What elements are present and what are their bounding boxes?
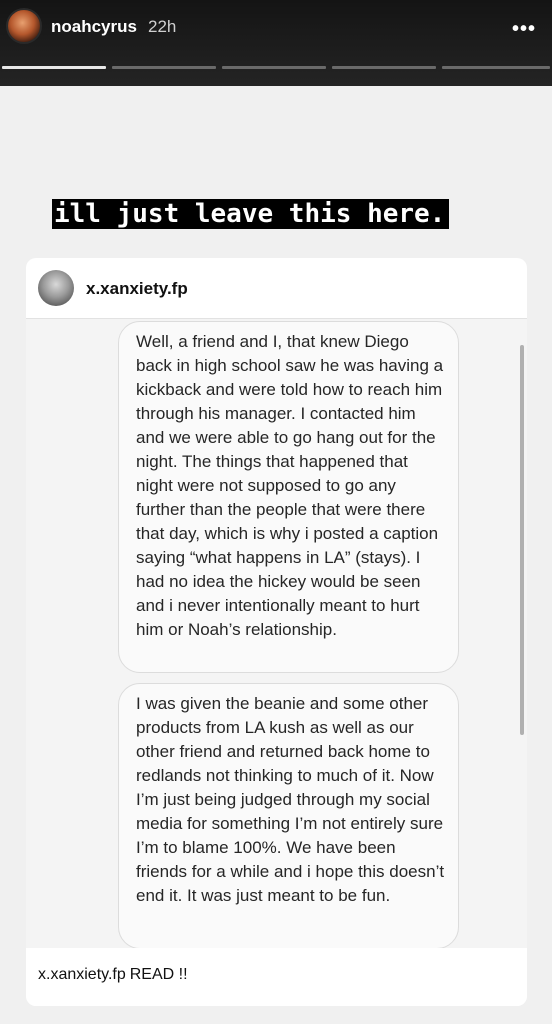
story-progress-segment — [222, 66, 326, 69]
screenshot-image: E Well, a friend and I, that knew Diego … — [26, 319, 527, 1006]
story-progress-segment — [332, 66, 436, 69]
story-username[interactable]: noahcyrus — [51, 17, 137, 37]
message-bubble: I was given the beanie and some other pr… — [118, 683, 459, 949]
story-progress-segment — [442, 66, 550, 69]
message-bubble: Well, a friend and I, that knew Diego ba… — [118, 321, 459, 673]
caption-username[interactable]: x.xanxiety.fp — [38, 966, 126, 983]
story-time-ago: 22h — [148, 17, 177, 36]
caption-text: READ !! — [129, 966, 188, 983]
scrollbar — [520, 345, 524, 735]
profile-avatar[interactable] — [6, 8, 42, 44]
more-dots-icon[interactable]: ••• — [512, 18, 536, 41]
post-user-avatar[interactable] — [38, 270, 74, 306]
post-caption: x.xanxiety.fp READ !! — [26, 948, 527, 1006]
story-caption: ill just leave this here. — [52, 199, 450, 229]
shared-post-card[interactable]: x.xanxiety.fp E Well, a friend and I, th… — [26, 258, 527, 1006]
story-progress-segment — [112, 66, 216, 69]
story-header: noahcyrus 22h ••• — [0, 0, 552, 86]
post-username[interactable]: x.xanxiety.fp — [86, 279, 188, 299]
story-progress-segment — [2, 66, 106, 69]
